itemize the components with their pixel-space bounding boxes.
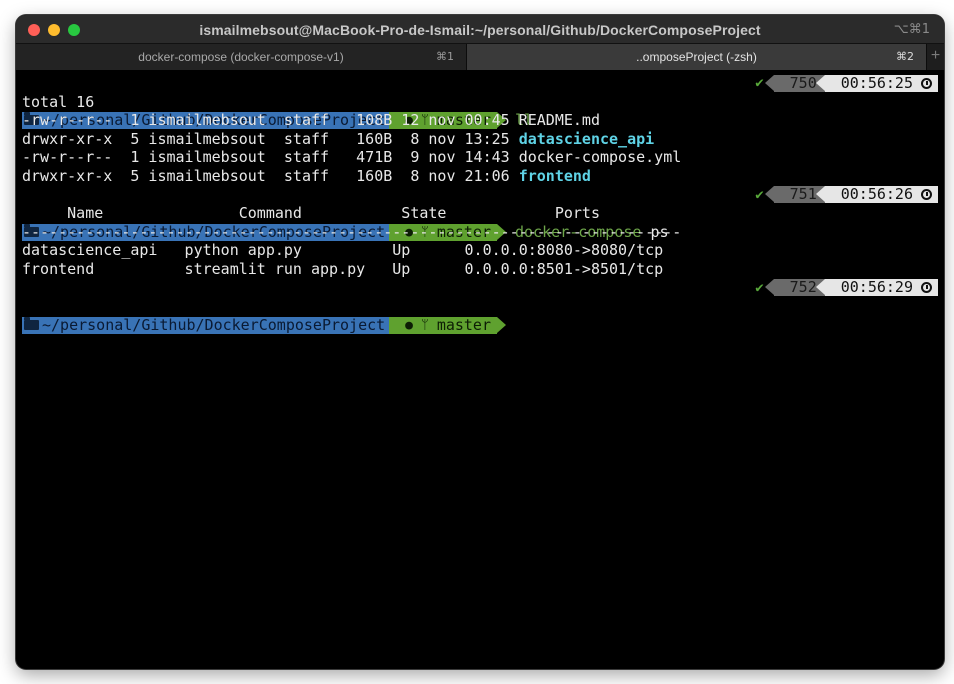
- directory-name: frontend: [518, 166, 591, 185]
- terminal-window: ismailmebsout@MacBook-Pro-de-Ismail:~/pe…: [16, 15, 944, 669]
- table-row: datascience_api python app.py Up 0.0.0.0…: [22, 241, 664, 260]
- clock-icon: [921, 282, 932, 294]
- clock-icon: [921, 189, 932, 201]
- file-name: docker-compose.yml: [518, 148, 682, 167]
- time-segment: 00:56:25: [815, 73, 938, 92]
- file-row: drwxr-xr-x 5 ismailmebsout staff 160B 8 …: [22, 166, 591, 185]
- prompt-line: ~/personal/Github/DockerComposeProject ●…: [22, 185, 938, 241]
- tab-zsh[interactable]: ..omposeProject (-zsh) ⌘2: [467, 44, 926, 70]
- path-segment: ~/personal/Github/DockerComposeProject: [22, 315, 399, 334]
- tab-shortcut: ⌘1: [436, 50, 454, 63]
- prompt-line: ~/personal/Github/DockerComposeProject ●…: [22, 278, 938, 334]
- tab-bar: docker-compose (docker-compose-v1) ⌘1 ..…: [16, 44, 944, 70]
- prompt-time: 00:56:29: [840, 278, 913, 297]
- prompt-time: 00:56:26: [840, 185, 913, 204]
- terminal-content[interactable]: ~/personal/Github/DockerComposeProject ●…: [22, 73, 938, 334]
- check-icon: ✔: [755, 279, 764, 296]
- prompt-branch: master: [436, 315, 491, 334]
- new-tab-button[interactable]: +: [926, 44, 944, 70]
- table-header: Name Command State Ports: [22, 204, 600, 223]
- branch-icon: ᛘ: [421, 317, 429, 333]
- file-row: -rw-r--r-- 1 ismailmebsout staff 108B 12…: [22, 111, 600, 130]
- github-icon: ●: [405, 317, 413, 333]
- time-segment: 00:56:26: [815, 185, 938, 204]
- check-icon: ✔: [755, 75, 764, 91]
- prompt-path: ~/personal/Github/DockerComposeProject: [42, 315, 386, 334]
- tab-docker-compose[interactable]: docker-compose (docker-compose-v1) ⌘1: [16, 44, 467, 70]
- table-divider: ----------------------------------------…: [22, 222, 682, 241]
- table-row: frontend streamlit run app.py Up 0.0.0.0…: [22, 259, 664, 278]
- file-row: -rw-r--r-- 1 ismailmebsout staff 471B 9 …: [22, 148, 682, 167]
- window-shortcut: ⌥⌘1: [893, 22, 930, 37]
- output-line: total 16: [22, 92, 95, 111]
- tab-label: ..omposeProject (-zsh): [636, 50, 757, 64]
- file-name: README.md: [518, 111, 600, 130]
- prompt-line: ~/personal/Github/DockerComposeProject ●…: [22, 73, 938, 129]
- clock-icon: [921, 77, 932, 89]
- git-segment: ● ᛘ master: [389, 315, 506, 334]
- time-segment: 00:56:29: [815, 278, 938, 297]
- folder-icon: [24, 317, 39, 331]
- file-row: drwxr-xr-x 5 ismailmebsout staff 160B 8 …: [22, 129, 655, 148]
- window-title: ismailmebsout@MacBook-Pro-de-Ismail:~/pe…: [199, 22, 761, 38]
- title-bar: ismailmebsout@MacBook-Pro-de-Ismail:~/pe…: [16, 15, 944, 44]
- prompt-time: 00:56:25: [840, 73, 913, 92]
- tab-label: docker-compose (docker-compose-v1): [138, 50, 344, 64]
- tab-shortcut: ⌘2: [896, 50, 914, 63]
- check-icon: ✔: [755, 186, 764, 203]
- directory-name: datascience_api: [518, 129, 655, 148]
